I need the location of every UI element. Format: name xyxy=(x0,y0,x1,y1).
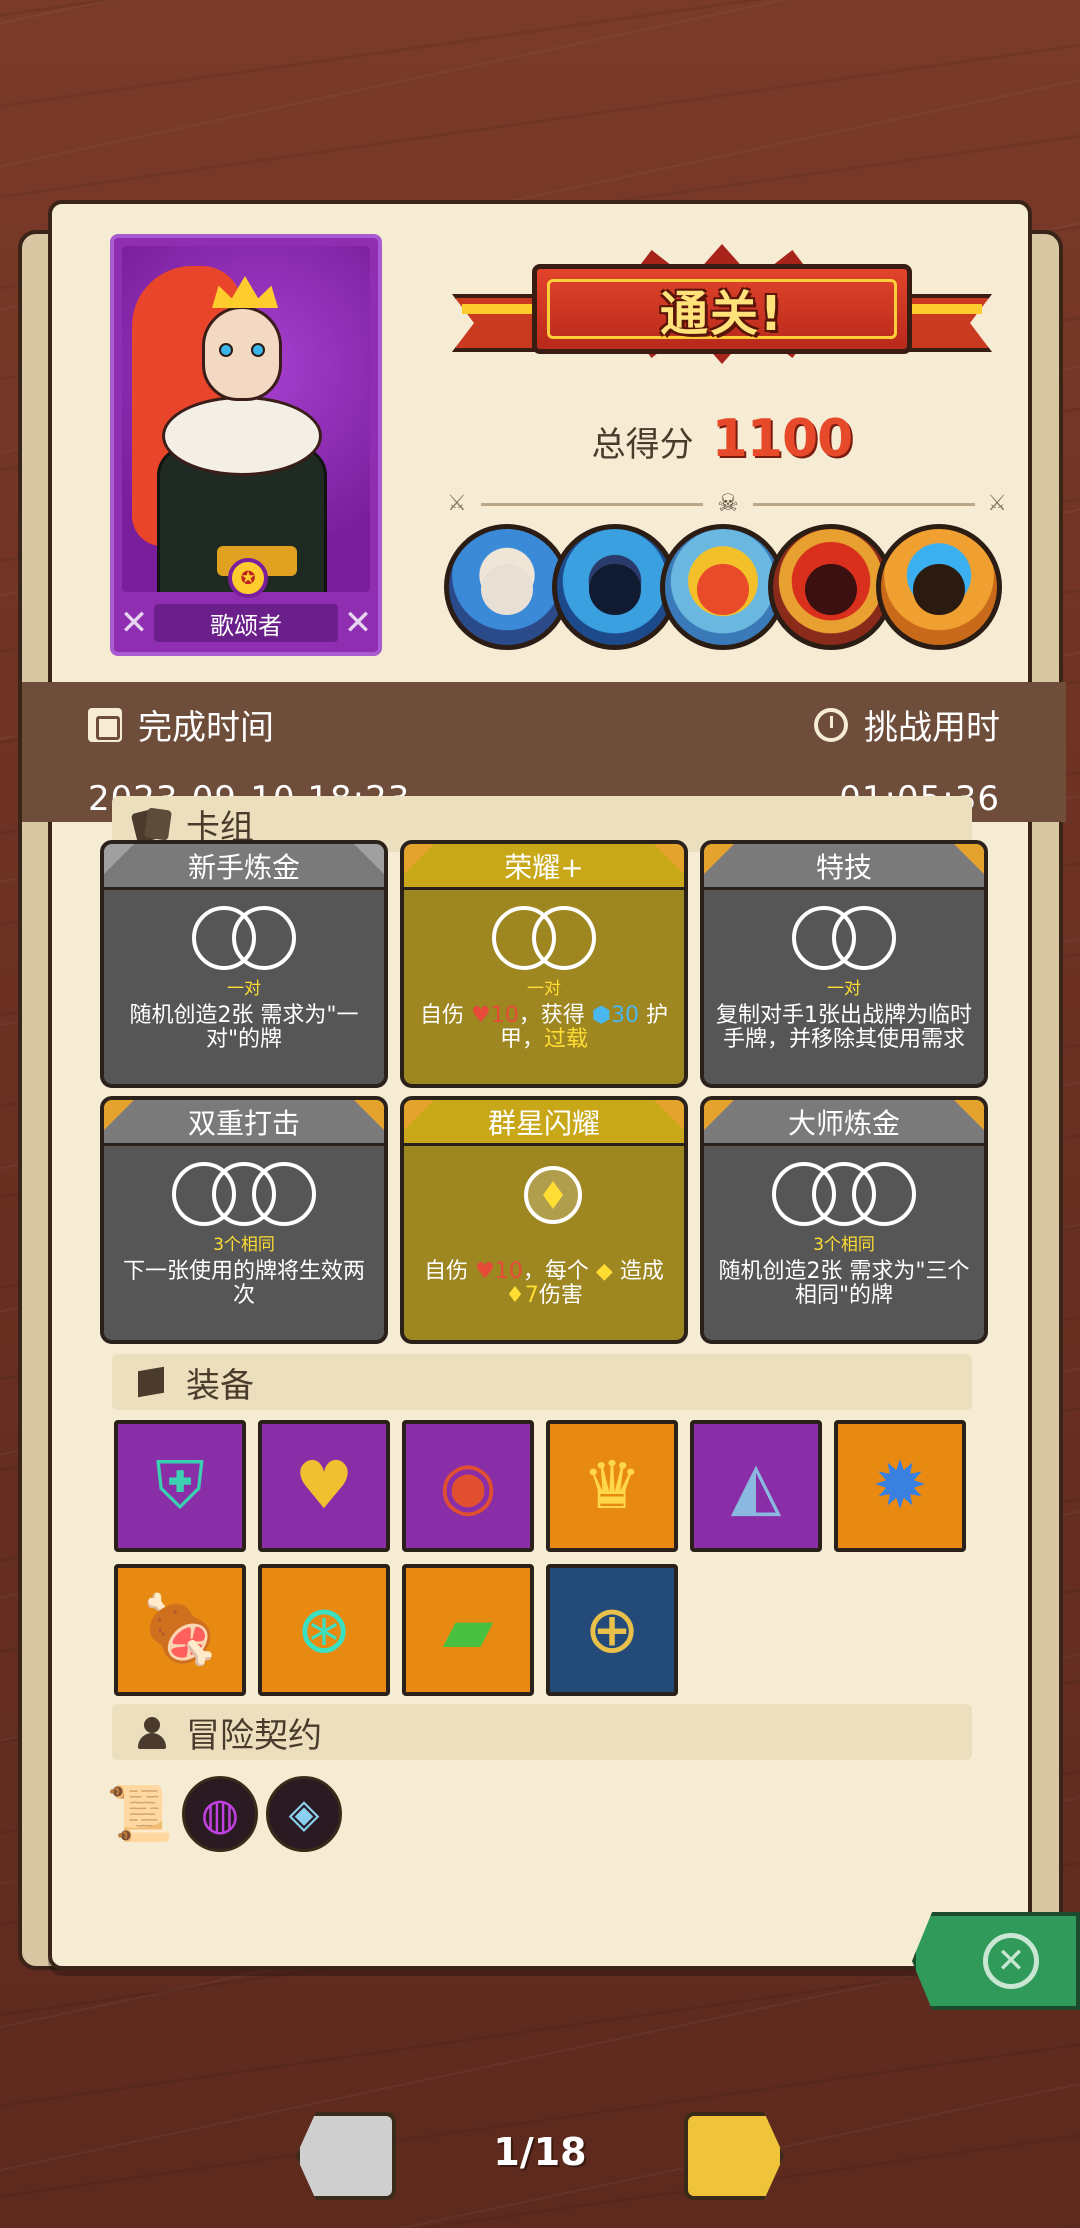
boss-portrait-crystal-golem[interactable] xyxy=(876,524,1002,650)
moss-scroll-icon[interactable]: ▰ xyxy=(402,1564,534,1696)
sword-icon: ⚔ xyxy=(447,491,467,516)
box-icon xyxy=(132,1365,172,1399)
hero-name: 歌颂者 xyxy=(154,604,338,642)
meat-leg-icon[interactable]: 🍖 xyxy=(114,1564,246,1696)
page-indicator: 1/18 xyxy=(493,2130,587,2174)
hero-portrait xyxy=(122,246,370,592)
card-double-strike[interactable]: 双重打击 3个相同 下一张使用的牌将生效两次 xyxy=(100,1096,388,1344)
card-title: 双重打击 xyxy=(104,1100,384,1146)
diamond-icon: ♦ xyxy=(505,1283,525,1308)
crystal-shard-icon[interactable]: ◈ xyxy=(266,1776,342,1852)
close-button[interactable]: ✕ xyxy=(912,1912,1080,2010)
hero-card[interactable]: ✪ ✕ ✕ 歌颂者 xyxy=(110,234,382,656)
equipment-section-header: 装备 xyxy=(112,1354,972,1410)
spiked-bracer-icon[interactable]: ◉ xyxy=(402,1420,534,1552)
demon-shield-icon[interactable]: ⛨ xyxy=(114,1420,246,1552)
compass-armor-icon[interactable]: ⊕ xyxy=(546,1564,678,1696)
card-requirement: 3个相同 xyxy=(813,1235,875,1255)
card-description: 自伤 ♥10，获得 ⬢30 护甲，过载 xyxy=(420,1003,668,1052)
card-title: 特技 xyxy=(704,844,984,890)
card-master-alchemy[interactable]: 大师炼金 3个相同 随机创造2张 需求为"三个相同"的牌 xyxy=(700,1096,988,1344)
score-label: 总得分 xyxy=(591,425,694,465)
card-glory-plus[interactable]: 荣耀+ 一对 自伤 ♥10，获得 ⬢30 护甲，过载 xyxy=(400,840,688,1088)
next-page-button[interactable] xyxy=(684,2112,784,2200)
heart-amulet-icon[interactable]: ♥ xyxy=(258,1420,390,1552)
card-title: 大师炼金 xyxy=(704,1100,984,1146)
banner-title: 通关! xyxy=(660,286,784,342)
card-title: 荣耀+ xyxy=(404,844,684,890)
score-value: 1100 xyxy=(711,409,854,469)
bone-icon: ✕ xyxy=(119,603,149,643)
horn-gauntlet-icon[interactable]: ◭ xyxy=(690,1420,822,1552)
contract-section-header: 冒险契约 xyxy=(112,1704,972,1760)
golden-crown-icon[interactable]: ♛ xyxy=(546,1420,678,1552)
close-icon: ✕ xyxy=(983,1933,1039,1989)
card-title: 新手炼金 xyxy=(104,844,384,890)
spiked-orb-icon[interactable]: ✹ xyxy=(834,1420,966,1552)
contract-title: 冒险契约 xyxy=(186,1715,322,1756)
card-title: 群星闪耀 xyxy=(404,1100,684,1146)
boss-divider: ⚔ ☠ ⚔ xyxy=(447,489,1007,519)
duration-label: 挑战用时 xyxy=(864,708,1000,748)
equipment-title: 装备 xyxy=(186,1365,254,1406)
card-description: 随机创造2张 需求为"一对"的牌 xyxy=(129,1003,359,1052)
bone-icon: ✕ xyxy=(343,603,373,643)
defeated-bosses xyxy=(444,524,1012,654)
pager: 1/18 xyxy=(0,2112,1080,2208)
card-requirement: 一对 xyxy=(827,979,861,999)
skull-icon: ☠ xyxy=(717,489,739,517)
diamond-icon xyxy=(524,1166,582,1224)
broken-heart-icon: ♥ xyxy=(475,1259,495,1284)
sword-icon: ⚔ xyxy=(987,491,1007,516)
card-description: 复制对手1张出战牌为临时手牌，并移除其使用需求 xyxy=(716,1003,972,1052)
card-stars-shine[interactable]: 群星闪耀 自伤 ♥10，每个 ◆ 造成 ♦7伤害 xyxy=(400,1096,688,1344)
film-icon xyxy=(88,707,122,742)
finish-time-label: 完成时间 xyxy=(138,708,274,748)
stopwatch-icon xyxy=(814,707,848,742)
victory-banner: 通关! xyxy=(452,234,992,384)
score-row: 总得分 1100 xyxy=(452,409,992,469)
card-stunt[interactable]: 特技 一对 复制对手1张出战牌为临时手牌，并移除其使用需求 xyxy=(700,840,988,1088)
card-requirement: 一对 xyxy=(527,979,561,999)
scroll-icon[interactable]: 📜 xyxy=(102,1776,178,1852)
previous-page-button[interactable] xyxy=(296,2112,396,2200)
diamond-die-icon: ◆ xyxy=(595,1259,613,1284)
broken-heart-icon: ♥ xyxy=(471,1003,491,1028)
card-description: 下一张使用的牌将生效两次 xyxy=(122,1259,365,1308)
cards-icon xyxy=(132,807,172,841)
person-icon xyxy=(132,1715,172,1749)
card-description: 自伤 ♥10，每个 ◆ 造成 ♦7伤害 xyxy=(424,1259,664,1308)
result-panel: ✪ ✕ ✕ 歌颂者 通关! 总得分 1100 ⚔ ☠ ⚔ 完成时间 挑战用时 卡… xyxy=(22,200,1066,1970)
cage-orb-icon[interactable]: ◍ xyxy=(182,1776,258,1852)
card-requirement: 一对 xyxy=(227,979,261,999)
card-requirement: 3个相同 xyxy=(213,1235,275,1255)
shield-icon: ⬢ xyxy=(591,1003,611,1028)
card-description: 随机创造2张 需求为"三个相同"的牌 xyxy=(718,1259,970,1308)
card-novice-alchemy[interactable]: 新手炼金 一对 随机创造2张 需求为"一对"的牌 xyxy=(100,840,388,1088)
energy-stone-icon[interactable]: ⊛ xyxy=(258,1564,390,1696)
medal-icon: ✪ xyxy=(228,558,268,598)
